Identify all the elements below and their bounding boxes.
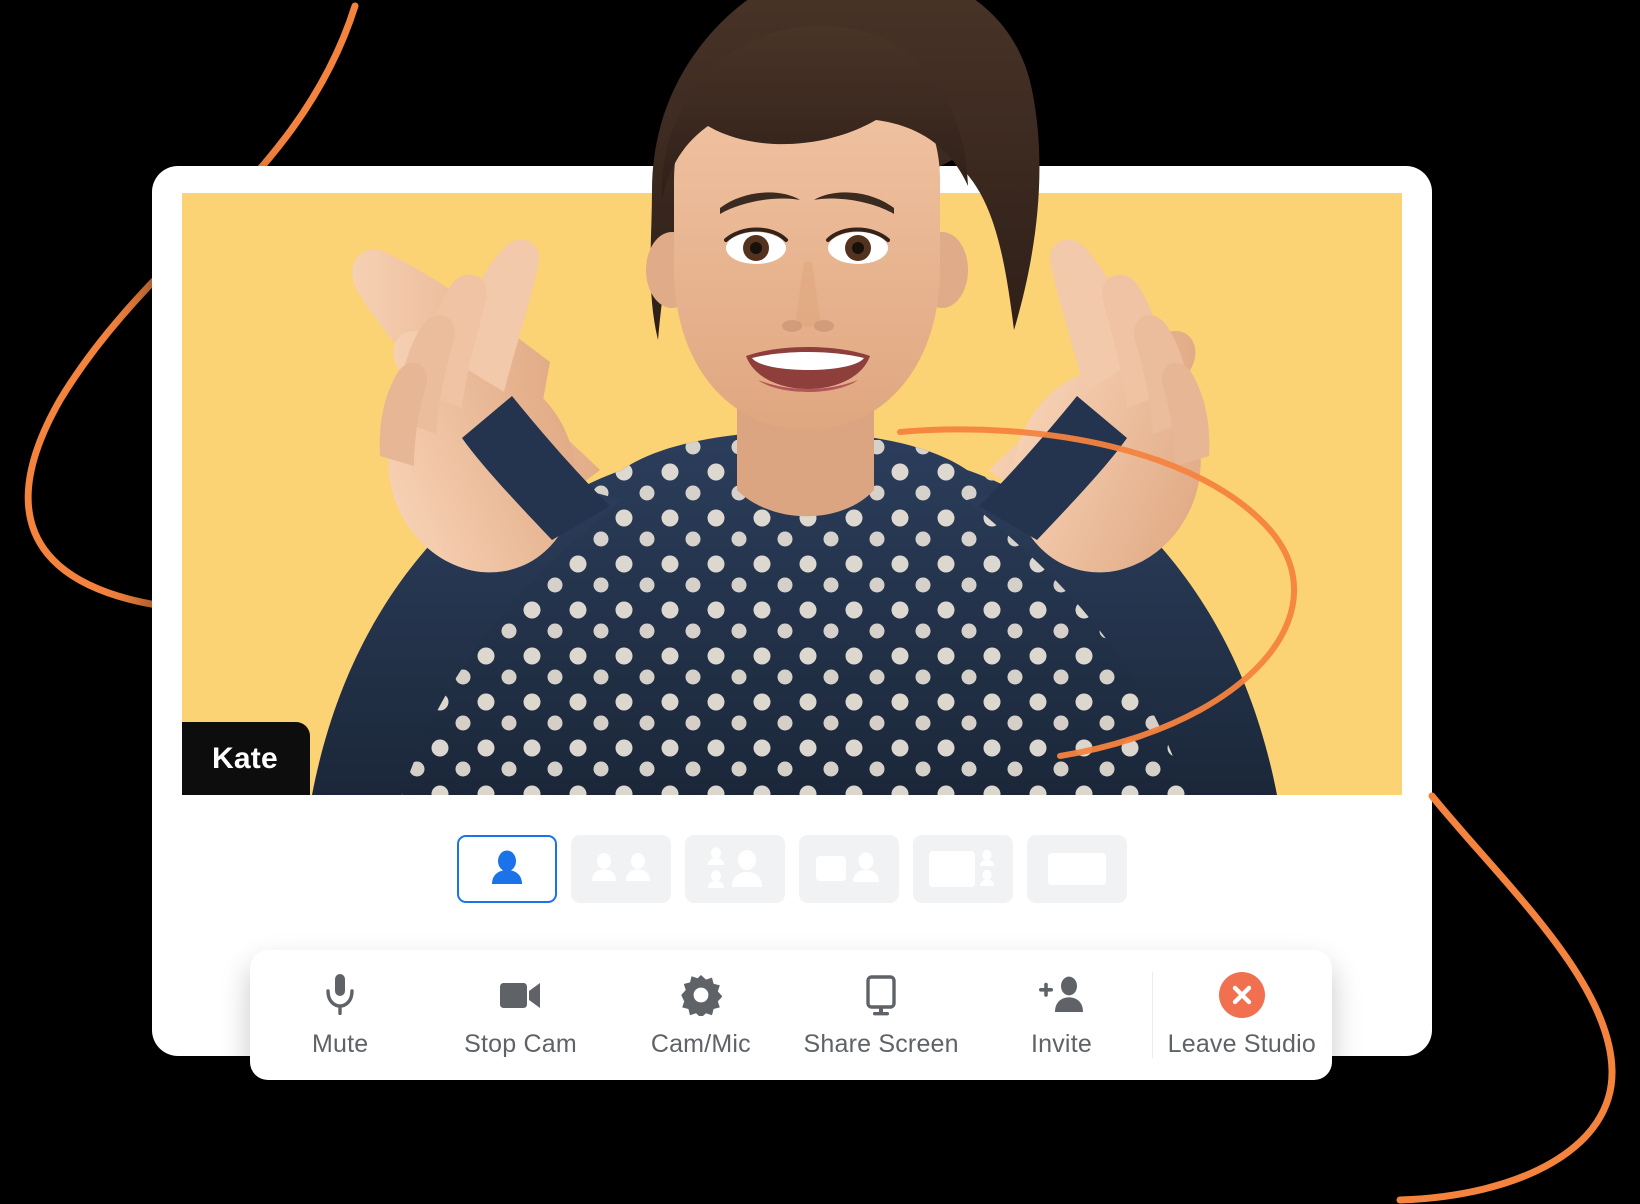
control-leave-studio[interactable]: Leave Studio [1151, 950, 1332, 1080]
close-x-icon [1218, 971, 1265, 1018]
two-people-icon [592, 853, 650, 881]
spotlight-sidebar-icon [929, 849, 994, 887]
screen-only-icon [1048, 853, 1106, 885]
layout-option-screen-person[interactable] [799, 835, 899, 903]
video-stage [182, 193, 1402, 795]
screen-and-person-icon [816, 852, 879, 882]
layout-option-two-up[interactable] [571, 835, 671, 903]
layout-selector [152, 826, 1432, 912]
add-person-icon [1037, 972, 1085, 1018]
studio-screenshot: Kate Mute Stop Cam Cam/Mic Share Screen … [0, 0, 1640, 1204]
layout-option-screen-only[interactable] [1027, 835, 1127, 903]
control-mute[interactable]: Mute [250, 950, 430, 1080]
control-label-invite: Invite [1030, 1029, 1092, 1058]
leave-studio-button[interactable] [1218, 971, 1265, 1018]
control-label-mute: Mute [311, 1029, 369, 1058]
participant-name: Kate [212, 741, 278, 775]
control-stop-cam[interactable]: Stop Cam [430, 950, 610, 1080]
studio-control-bar: Mute Stop Cam Cam/Mic Share Screen Invit… [250, 950, 1332, 1080]
participant-name-badge: Kate [182, 722, 310, 795]
control-label-cam-mic: Cam/Mic [650, 1029, 751, 1058]
control-cam-mic[interactable]: Cam/Mic [611, 950, 791, 1080]
control-label-leave-studio: Leave Studio [1167, 1029, 1316, 1058]
control-label-share-screen: Share Screen [803, 1029, 959, 1058]
layout-option-solo[interactable] [457, 835, 557, 903]
layout-option-three-up[interactable] [685, 835, 785, 903]
video-camera-icon [498, 972, 542, 1018]
control-label-stop-cam: Stop Cam [464, 1029, 577, 1058]
three-people-icon [708, 847, 762, 888]
layout-option-spotlight[interactable] [913, 835, 1013, 903]
monitor-icon [860, 972, 902, 1018]
microphone-icon [323, 972, 357, 1018]
gear-icon [680, 972, 722, 1018]
single-person-icon [492, 850, 522, 884]
control-invite[interactable]: Invite [971, 950, 1151, 1080]
video-background [182, 193, 1402, 795]
control-share-screen[interactable]: Share Screen [791, 950, 971, 1080]
